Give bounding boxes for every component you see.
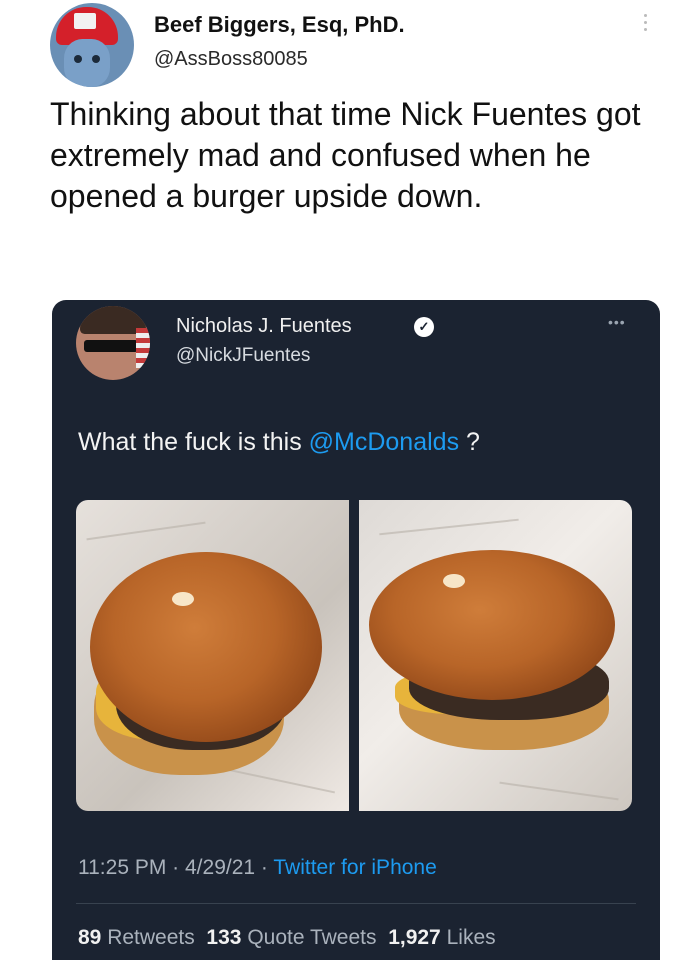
shine [172,592,194,606]
meta-separator: · [172,856,185,879]
burger-photo-right[interactable] [359,500,632,811]
bun-top [369,550,615,700]
quoted-handle[interactable]: @NickJFuentes [176,345,310,367]
burger-photo-left[interactable] [76,500,349,811]
retweets-stat[interactable]: 89 Retweets [78,926,195,949]
quote-tweets-stat[interactable]: 133 Quote Tweets [206,926,376,949]
divider [76,903,636,904]
face-shape [64,39,110,87]
likes-label: Likes [446,926,496,949]
quoted-display-name[interactable]: Nicholas J. Fuentes [176,315,352,338]
likes-stat[interactable]: 1,927 Likes [388,926,495,949]
more-vertical-icon[interactable] [640,10,650,40]
tweet-source[interactable]: Twitter for iPhone [273,856,436,879]
quote-count: 133 [206,926,242,949]
tweet-time[interactable]: 11:25 PM [78,856,166,879]
tweet-meta: 11:25 PM · 4/29/21 · Twitter for iPhone [78,856,437,880]
quoted-tweet-text: What the fuck is this @McDonalds ? [78,428,480,457]
quote-label: Quote Tweets [247,926,377,949]
mention-link[interactable]: @McDonalds [309,428,459,456]
retweets-count: 89 [78,926,102,949]
hat-badge [74,13,96,29]
quoted-avatar[interactable] [76,306,150,380]
quoted-text-after: ? [459,428,480,456]
tweet-stats: 89 Retweets 133 Quote Tweets 1,927 Likes [78,926,496,950]
outer-display-name[interactable]: Beef Biggers, Esq, PhD. [154,12,405,38]
flag-shape [136,328,150,368]
more-horizontal-icon[interactable]: ••• [608,314,626,330]
outer-avatar[interactable] [50,3,134,87]
verified-badge-icon: ✓ [414,317,434,337]
tweet-date[interactable]: 4/29/21 [185,856,255,879]
quoted-tweet-card: Nicholas J. Fuentes ✓ @NickJFuentes ••• … [52,300,660,960]
bun-top [90,552,322,742]
meta-separator: · [260,856,274,879]
outer-tweet-text: Thinking about that time Nick Fuentes go… [50,96,641,214]
retweets-label: Retweets [107,926,195,949]
shine [443,574,465,588]
outer-handle[interactable]: @AssBoss80085 [154,48,308,71]
likes-count: 1,927 [388,926,441,949]
sunglasses-shape [84,340,138,352]
quoted-text-before: What the fuck is this [78,428,309,456]
